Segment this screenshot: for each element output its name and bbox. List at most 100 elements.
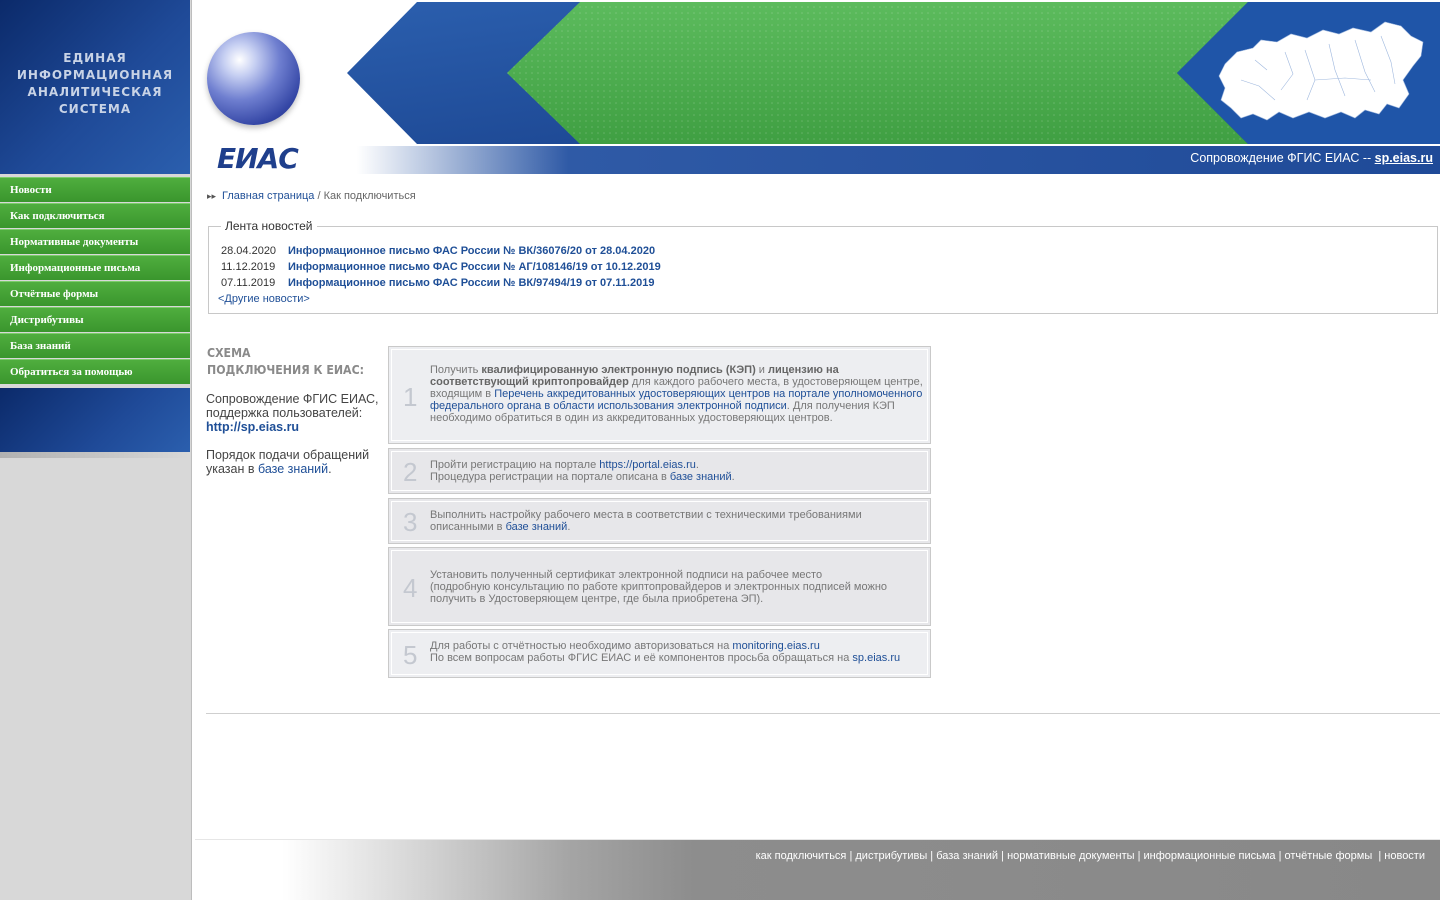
- content-divider: [206, 713, 1440, 714]
- news-link[interactable]: Информационное письмо ФАС России № ВК/97…: [288, 277, 654, 289]
- step-number: 3: [403, 507, 418, 537]
- knowledge-base-link[interactable]: базе знаний: [506, 521, 568, 533]
- sidebar-decor-shadow: [0, 452, 190, 458]
- news-item: 28.04.2020 Информационное письмо ФАС Росс…: [221, 245, 655, 257]
- step-text: По всем вопросам работы ФГИС ЕИАС и её к…: [430, 652, 853, 664]
- connection-step-3: 3 Выполнить настройку рабочего места в с…: [388, 498, 931, 544]
- breadcrumb: ▸▸ Главная страница / Как подключиться: [207, 190, 416, 202]
- nav-item-news[interactable]: Новости: [0, 177, 190, 202]
- news-item: 11.12.2019 Информационное письмо ФАС Росс…: [221, 261, 661, 273]
- knowledge-base-link[interactable]: базе знаний: [258, 462, 328, 476]
- step-text: .: [695, 459, 699, 471]
- footer-separator: |: [1275, 850, 1285, 862]
- step-body: 4 Установить полученный сертификат элект…: [391, 550, 928, 623]
- connection-step-5: 5 Для работы с отчётностью необходимо ав…: [388, 629, 931, 678]
- portal-link[interactable]: https://portal.eias.ru: [599, 459, 696, 471]
- system-name-line: АНАЛИТИЧЕСКАЯ: [27, 85, 163, 99]
- step-text: .: [731, 471, 735, 483]
- breadcrumb-arrow-icon: ▸▸: [207, 191, 217, 201]
- step-description: Получить квалифицированную электронную п…: [430, 364, 923, 424]
- step-description: Пройти регистрацию на портале https://po…: [430, 459, 923, 483]
- news-link[interactable]: Информационное письмо ФАС России № ВК/36…: [288, 245, 655, 257]
- nav-item-knowledge-base[interactable]: База знаний: [0, 333, 190, 358]
- footer-separator: |: [927, 850, 937, 862]
- footer-separator: |: [998, 850, 1008, 862]
- globe-icon: [207, 32, 300, 125]
- step-text: Для работы с отчётностью необходимо авто…: [430, 640, 733, 652]
- step-text: Установить полученный сертификат электро…: [430, 569, 823, 581]
- support-site-link[interactable]: sp.eias.ru: [852, 652, 900, 664]
- breadcrumb-separator: /: [314, 190, 324, 202]
- scheme-title: Схема подключения к ЕИАС:: [207, 344, 364, 378]
- support-info-text: Сопровождение ФГИС ЕИАС, поддержка польз…: [206, 392, 379, 420]
- scheme-title-line: подключения к ЕИАС:: [207, 362, 365, 377]
- step-description: Установить полученный сертификат электро…: [430, 569, 923, 605]
- left-sidebar: ЕДИНАЯ ИНФОРМАЦИОННАЯ АНАЛИТИЧЕСКАЯ СИСТ…: [0, 0, 192, 900]
- footer-link-how-to-connect[interactable]: как подключиться: [756, 850, 847, 862]
- step-number: 2: [403, 457, 418, 487]
- step-description: Выполнить настройку рабочего места в соо…: [430, 509, 923, 533]
- breadcrumb-current: Как подключиться: [323, 190, 416, 202]
- footer-link-news[interactable]: новости: [1384, 850, 1425, 862]
- step-text: .: [567, 521, 571, 533]
- nav-item-regulations[interactable]: Нормативные документы: [0, 229, 190, 254]
- footer-link-distributions[interactable]: дистрибутивы: [855, 850, 927, 862]
- support-site-link[interactable]: sp.eias.ru: [1375, 151, 1433, 165]
- step-text: (подробную консультацию по работе крипто…: [430, 581, 888, 605]
- news-date: 28.04.2020: [221, 245, 277, 257]
- step-body: 5 Для работы с отчётностью необходимо ав…: [391, 632, 928, 675]
- step-text: Процедура регистрации на портале описана…: [430, 471, 670, 483]
- system-name-line: СИСТЕМА: [58, 102, 132, 116]
- nav-item-info-letters[interactable]: Информационные письма: [0, 255, 190, 280]
- news-date: 11.12.2019: [221, 261, 276, 273]
- header-tagline: Сопровождение ФГИС ЕИАС -- sp.eias.ru: [1190, 151, 1433, 165]
- news-link[interactable]: Информационное письмо ФАС России № АГ/10…: [288, 261, 661, 273]
- step-number: 4: [403, 573, 418, 603]
- tagline-text: Сопровождение ФГИС ЕИАС --: [1190, 151, 1375, 165]
- step-text: Пройти регистрацию на портале: [430, 459, 600, 471]
- footer-link-knowledge-base[interactable]: база знаний: [936, 850, 998, 862]
- order-info-end: .: [328, 462, 332, 476]
- connection-step-2: 2 Пройти регистрацию на портале https://…: [388, 448, 931, 494]
- step-body: 1 Получить квалифицированную электронную…: [391, 349, 928, 441]
- footer-links: как подключиться | дистрибутивы | база з…: [756, 850, 1425, 862]
- news-feed: Лента новостей 28.04.2020 Информационное …: [208, 219, 1438, 314]
- scheme-title-line: Схема: [207, 345, 251, 360]
- news-feed-title: Лента новостей: [221, 219, 317, 233]
- step-text: Выполнить настройку рабочего места в соо…: [430, 509, 862, 533]
- eias-logo[interactable]: ЕИАС: [217, 142, 299, 175]
- footer-separator: |: [1375, 850, 1385, 862]
- footer-link-info-letters[interactable]: информационные письма: [1144, 850, 1276, 862]
- monitoring-link[interactable]: monitoring.eias.ru: [732, 640, 819, 652]
- system-logo-block: ЕДИНАЯ ИНФОРМАЦИОННАЯ АНАЛИТИЧЕСКАЯ СИСТ…: [0, 0, 190, 174]
- connection-step-4: 4 Установить полученный сертификат элект…: [388, 547, 931, 626]
- step-body: 2 Пройти регистрацию на портале https://…: [391, 451, 928, 491]
- sidebar-decor-block: [0, 388, 190, 452]
- step-number: 1: [403, 382, 418, 412]
- news-date: 07.11.2019: [221, 277, 276, 289]
- main-nav: Новости Как подключиться Нормативные док…: [0, 177, 190, 385]
- knowledge-base-link[interactable]: базе знаний: [670, 471, 732, 483]
- step-description: Для работы с отчётностью необходимо авто…: [430, 640, 923, 664]
- step-text: Получить: [430, 364, 482, 376]
- system-name-line: ЕДИНАЯ: [63, 51, 127, 65]
- order-info: Порядок подачи обращений указан в базе з…: [206, 448, 386, 476]
- system-name-line: ИНФОРМАЦИОННАЯ: [16, 68, 174, 82]
- step-text-bold: квалифицированную электронную подпись (К…: [481, 364, 756, 376]
- system-name: ЕДИНАЯ ИНФОРМАЦИОННАЯ АНАЛИТИЧЕСКАЯ СИСТ…: [0, 50, 190, 118]
- header-banner: ЕИАС Сопровождение ФГИС ЕИАС -- sp.eias.…: [195, 0, 1440, 177]
- nav-item-distributions[interactable]: Дистрибутивы: [0, 307, 190, 332]
- footer: как подключиться | дистрибутивы | база з…: [195, 839, 1440, 900]
- breadcrumb-home-link[interactable]: Главная страница: [222, 190, 314, 202]
- footer-link-report-forms[interactable]: отчётные формы: [1285, 850, 1373, 862]
- support-url-link[interactable]: http://sp.eias.ru: [206, 420, 299, 434]
- step-body: 3 Выполнить настройку рабочего места в с…: [391, 501, 928, 541]
- nav-item-get-help[interactable]: Обратиться за помощью: [0, 359, 190, 384]
- footer-link-regulations[interactable]: нормативные документы: [1007, 850, 1134, 862]
- more-news-link[interactable]: <Другие новости>: [218, 293, 310, 305]
- nav-item-report-forms[interactable]: Отчётные формы: [0, 281, 190, 306]
- nav-item-how-to-connect[interactable]: Как подключиться: [0, 203, 190, 228]
- footer-separator: |: [1134, 850, 1144, 862]
- support-info: Сопровождение ФГИС ЕИАС, поддержка польз…: [206, 392, 386, 434]
- step-number: 5: [403, 640, 418, 670]
